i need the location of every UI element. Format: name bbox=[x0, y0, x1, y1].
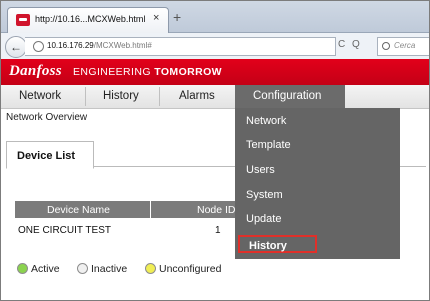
tab-device-list-label: Device List bbox=[17, 150, 76, 162]
tab-device-list[interactable]: Device List bbox=[6, 141, 94, 169]
active-status-icon bbox=[17, 263, 28, 274]
menu-separator bbox=[85, 87, 86, 106]
search-engine-icon[interactable]: Q bbox=[352, 39, 360, 50]
legend-inactive: Inactive bbox=[91, 263, 128, 275]
address-tools: C Q bbox=[338, 39, 364, 50]
address-bar[interactable]: 10.16.176.29/MCXWeb.html# bbox=[25, 37, 336, 56]
brand-header: Danfoss ENGINEERING TOMORROW bbox=[1, 59, 429, 85]
screenshot-frame: http://10.16...MCXWeb.html × + ← 10.16.1… bbox=[0, 0, 430, 301]
legend-active: Active bbox=[31, 263, 60, 275]
globe-icon bbox=[33, 41, 44, 52]
tab-close-icon[interactable]: × bbox=[153, 12, 159, 24]
menu-separator bbox=[159, 87, 160, 106]
dropdown-item-template[interactable]: Template bbox=[246, 139, 291, 151]
menu-configuration-label: Configuration bbox=[253, 90, 322, 102]
search-placeholder: Cerca bbox=[394, 41, 416, 50]
configuration-dropdown: Network Template Users System Update His… bbox=[235, 108, 400, 259]
menu-configuration[interactable]: Configuration bbox=[235, 85, 345, 108]
search-icon bbox=[382, 42, 390, 50]
browser-toolbar: ← 10.16.176.29/MCXWeb.html# C Q Cerca bbox=[1, 33, 429, 60]
dropdown-item-history[interactable]: History bbox=[238, 235, 317, 253]
main-menu: Network History Alarms bbox=[1, 85, 429, 109]
menu-alarms[interactable]: Alarms bbox=[179, 90, 215, 102]
tagline-prefix: ENGINEERING bbox=[73, 66, 155, 78]
legend-unconfigured: Unconfigured bbox=[159, 263, 222, 275]
tagline-bold: TOMORROW bbox=[154, 66, 222, 78]
dropdown-item-network[interactable]: Network bbox=[246, 115, 286, 127]
browser-tab[interactable]: http://10.16...MCXWeb.html × bbox=[7, 7, 169, 33]
danfoss-logo: Danfoss bbox=[9, 63, 62, 79]
search-input[interactable]: Cerca bbox=[377, 37, 429, 56]
column-separator bbox=[150, 201, 151, 218]
tab-title: http://10.16...MCXWeb.html bbox=[35, 14, 146, 24]
cell-device-name[interactable]: ONE CIRCUIT TEST bbox=[18, 225, 111, 236]
url-host: 10.16.176.29 bbox=[47, 41, 94, 50]
column-node-id[interactable]: Node ID bbox=[197, 204, 236, 216]
browser-tabstrip: http://10.16...MCXWeb.html × + bbox=[1, 1, 429, 33]
menu-history[interactable]: History bbox=[103, 90, 139, 102]
dropdown-item-history-label: History bbox=[249, 240, 287, 252]
reload-icon[interactable]: C bbox=[338, 39, 345, 50]
back-arrow-icon[interactable]: ← bbox=[5, 36, 27, 58]
dropdown-item-system[interactable]: System bbox=[246, 189, 283, 201]
menu-network[interactable]: Network bbox=[19, 90, 61, 102]
url-path: /MCXWeb.html# bbox=[93, 41, 152, 50]
inactive-status-icon bbox=[77, 263, 88, 274]
page-title: Network Overview bbox=[6, 112, 88, 123]
cell-node-id: 1 bbox=[215, 225, 221, 236]
danfoss-favicon-icon bbox=[16, 14, 30, 26]
unconfigured-status-icon bbox=[145, 263, 156, 274]
dropdown-item-update[interactable]: Update bbox=[246, 213, 281, 225]
brand-tagline: ENGINEERING TOMORROW bbox=[73, 66, 222, 78]
dropdown-item-users[interactable]: Users bbox=[246, 164, 275, 176]
column-device-name[interactable]: Device Name bbox=[47, 204, 110, 216]
new-tab-icon[interactable]: + bbox=[173, 10, 181, 24]
address-text: 10.16.176.29/MCXWeb.html# bbox=[47, 41, 152, 50]
